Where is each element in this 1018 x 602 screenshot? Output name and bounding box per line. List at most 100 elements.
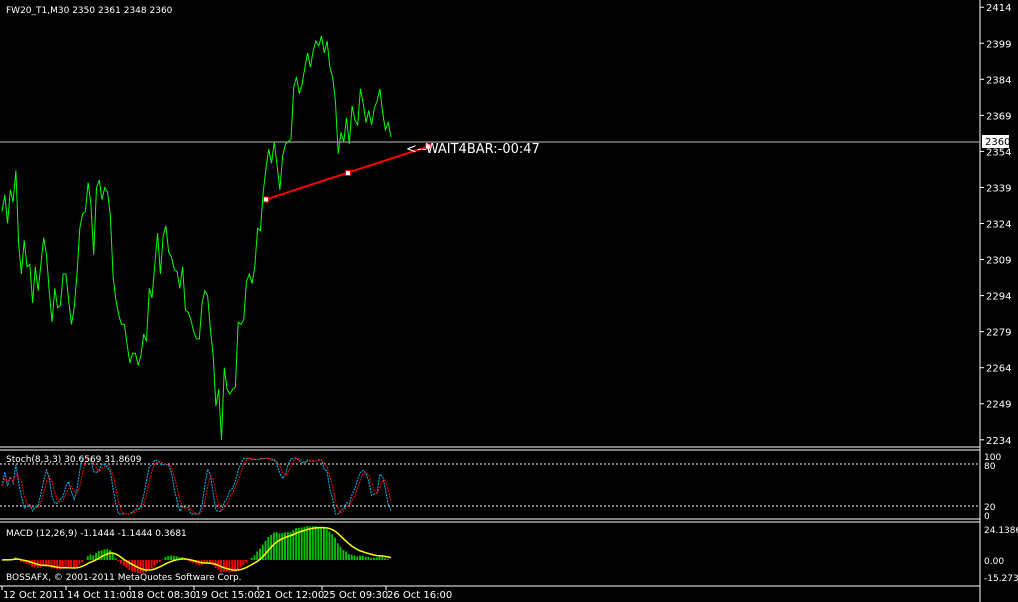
macd-histogram-bar bbox=[111, 553, 114, 560]
macd-histogram-bar bbox=[50, 560, 53, 569]
price-tick-label: 2414 bbox=[986, 3, 1011, 14]
macd-histogram-bar bbox=[100, 550, 103, 560]
macd-histogram-bar bbox=[370, 557, 373, 560]
chart-title: FW20_T1,M30 2350 2361 2348 2360 bbox=[6, 6, 173, 16]
macd-histogram-bar bbox=[153, 560, 156, 566]
price-tick-label: 2309 bbox=[986, 256, 1011, 267]
copyright-text: BOSSAFX, © 2001-2011 MetaQuotes Software… bbox=[6, 573, 242, 583]
stoch-title: Stoch(8,3,3) 30.6569 31.8609 bbox=[6, 455, 142, 465]
wait-bar-annotation: <--WAIT4BAR:-00:47 bbox=[406, 142, 540, 157]
time-axis: 12 Oct 2011 14 Oct 11:0018 Oct 08:3019 Oc… bbox=[1, 586, 452, 601]
price-tick-label: 2399 bbox=[986, 39, 1011, 50]
stoch-tick-label: 0 bbox=[984, 512, 990, 522]
macd-histogram-bar bbox=[172, 555, 175, 560]
macd-histogram-bar bbox=[320, 526, 323, 560]
price-tick-label: 2294 bbox=[986, 292, 1011, 303]
price-tick-label: 2354 bbox=[986, 147, 1011, 158]
price-tick-label: 2384 bbox=[986, 75, 1011, 86]
time-tick-label: 21 Oct 12:00 bbox=[259, 590, 324, 601]
macd-histogram-bar bbox=[167, 555, 170, 560]
macd-histogram-bar bbox=[342, 550, 345, 560]
macd-histogram-bar bbox=[120, 560, 123, 564]
macd-histogram-bar bbox=[347, 554, 350, 560]
price-tick-label: 2264 bbox=[986, 364, 1011, 375]
macd-histogram-bar bbox=[253, 555, 256, 560]
macd-tick-label: 24.1386 bbox=[984, 526, 1018, 536]
time-tick-label: 25 Oct 09:30 bbox=[323, 590, 388, 601]
macd-histogram-bar bbox=[236, 560, 239, 570]
trendline-anchor[interactable] bbox=[263, 196, 269, 203]
macd-histogram-bar bbox=[245, 560, 248, 563]
macd-histogram-bar bbox=[367, 556, 370, 560]
macd-histogram-bar bbox=[384, 558, 386, 560]
macd-histogram-bar bbox=[156, 560, 159, 563]
macd-histogram-bar bbox=[158, 560, 161, 562]
time-tick-label: 14 Oct 11:00 bbox=[67, 590, 132, 601]
macd-histogram-bar bbox=[222, 560, 225, 572]
time-tick-label: 18 Oct 08:30 bbox=[131, 590, 196, 601]
macd-histogram-bar bbox=[361, 555, 364, 560]
trading-chart[interactable]: 2360 2414 2399 2384 2369 2354 2339 2324 2309 229… bbox=[0, 0, 1018, 602]
macd-histogram-bar bbox=[67, 560, 70, 568]
price-tick-label: 2249 bbox=[986, 400, 1011, 411]
macd-histogram-bar bbox=[89, 554, 92, 560]
macd-histogram-bar bbox=[345, 551, 348, 560]
price-line bbox=[1, 35, 392, 440]
macd-histogram-bar bbox=[272, 532, 275, 560]
trendline-anchor[interactable] bbox=[345, 170, 351, 177]
price-series bbox=[1, 35, 392, 440]
macd-histogram-bar bbox=[128, 560, 131, 570]
macd-histogram-bar bbox=[39, 560, 42, 568]
macd-histogram-bar bbox=[170, 555, 173, 560]
macd-axis: 24.1386 0.00 -15.2734 bbox=[984, 526, 1018, 584]
macd-histogram-bar bbox=[211, 560, 214, 566]
macd-histogram-bar bbox=[142, 560, 145, 573]
macd-histogram-bar bbox=[256, 551, 259, 560]
price-tick-label: 2279 bbox=[986, 328, 1011, 339]
price-axis: 2414 2399 2384 2369 2354 2339 2324 2309 2294 2279… bbox=[980, 3, 1011, 447]
stoch-tick-label: 80 bbox=[984, 462, 996, 472]
price-tick-label: 2369 bbox=[986, 111, 1011, 122]
macd-histogram-bar bbox=[64, 560, 67, 568]
price-tick-label: 2324 bbox=[986, 220, 1011, 231]
macd-histogram-bar bbox=[117, 560, 120, 562]
macd-histogram-bar bbox=[242, 560, 245, 566]
macd-histogram-bar bbox=[378, 556, 381, 560]
macd-histogram-bar bbox=[353, 555, 356, 560]
macd-histogram-bar bbox=[300, 527, 303, 560]
macd-histogram-bar bbox=[150, 560, 153, 569]
macd-histogram-bar bbox=[250, 557, 253, 560]
time-tick-label: 19 Oct 15:00 bbox=[195, 590, 260, 601]
macd-histogram-bar bbox=[328, 531, 331, 560]
macd-histogram-bar bbox=[92, 555, 95, 560]
macd-histogram-bar bbox=[108, 549, 111, 560]
macd-histogram-bar bbox=[356, 556, 359, 560]
macd-histogram-bar bbox=[164, 556, 167, 560]
macd-histogram-bar bbox=[139, 560, 142, 574]
macd-histogram-bar bbox=[314, 526, 317, 560]
macd-histogram-bar bbox=[322, 528, 325, 560]
macd-tick-label: -15.2734 bbox=[984, 574, 1018, 584]
macd-histogram-bar bbox=[225, 560, 228, 572]
macd-histogram-bar bbox=[386, 559, 389, 560]
macd-histogram-bar bbox=[334, 537, 336, 560]
macd-histogram-bar bbox=[317, 526, 320, 560]
current-price-label: 2360 bbox=[985, 137, 1010, 148]
macd-histogram-bar bbox=[228, 560, 231, 573]
macd-histogram-bar bbox=[147, 560, 150, 570]
macd-histogram-bar bbox=[78, 560, 81, 565]
macd-histogram-bar bbox=[114, 557, 117, 560]
macd-histogram-bar bbox=[339, 546, 342, 560]
macd-histogram-bar bbox=[331, 534, 334, 560]
macd-histogram-bar bbox=[303, 526, 306, 560]
macd-histogram-bar bbox=[309, 526, 311, 560]
macd-histogram-bar bbox=[278, 533, 281, 560]
macd-histogram-bar bbox=[86, 556, 89, 560]
macd-tick-label: 0.00 bbox=[984, 557, 1004, 567]
macd-histogram-bar bbox=[350, 554, 353, 560]
stoch-axis: 10080200 bbox=[984, 453, 1001, 522]
macd-histogram-bar bbox=[375, 557, 378, 560]
macd-histogram-bar bbox=[372, 557, 375, 560]
macd-histogram-bar bbox=[281, 532, 284, 560]
macd-histogram-bar bbox=[359, 555, 361, 560]
